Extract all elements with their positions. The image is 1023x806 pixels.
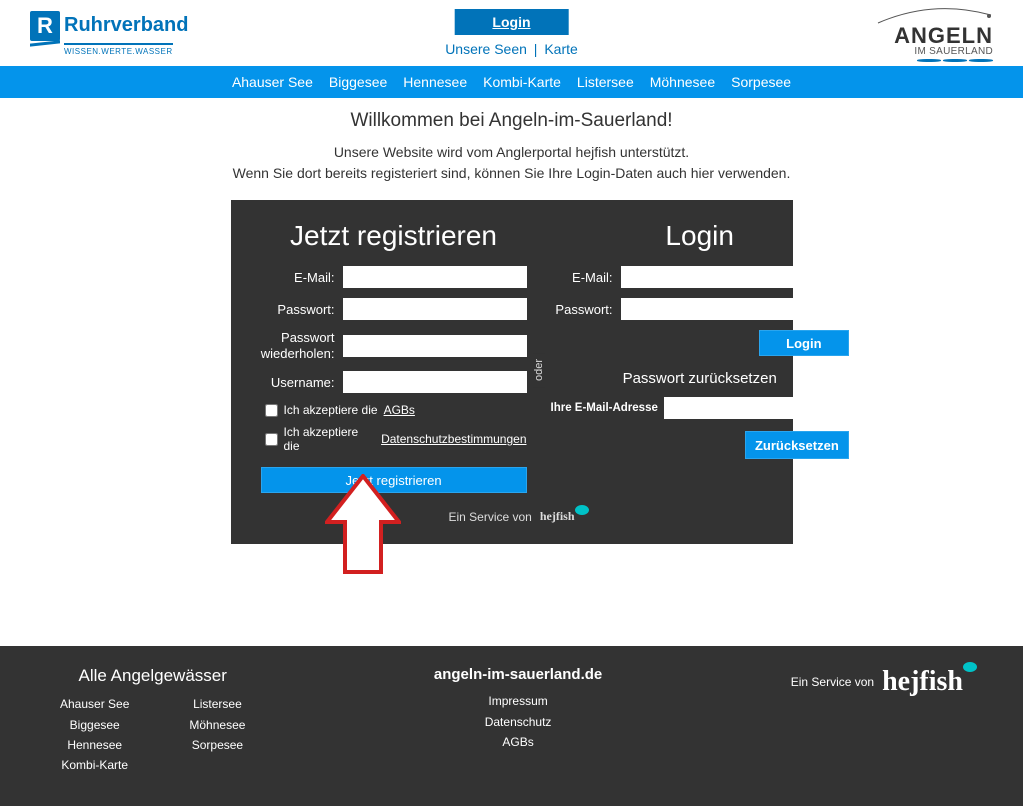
- footer-center: angeln-im-sauerland.de Impressum Datensc…: [434, 666, 602, 752]
- intro-block: Willkommen bei Angeln-im-Sauerland! Unse…: [0, 98, 1023, 200]
- agb-checkbox[interactable]: [265, 404, 278, 417]
- hejfish-dot-icon: [963, 662, 977, 672]
- agb-link[interactable]: AGBs: [384, 403, 415, 417]
- page-title: Willkommen bei Angeln-im-Sauerland!: [0, 110, 1023, 132]
- footer-lake-sorpesee[interactable]: Sorpesee: [189, 735, 245, 755]
- login-password-label: Passwort:: [551, 302, 621, 317]
- reset-heading: Passwort zurücksetzen: [551, 370, 849, 387]
- register-heading: Jetzt registrieren: [261, 220, 527, 252]
- arrow-overlay: [231, 538, 793, 638]
- datenschutz-link[interactable]: Datenschutzbestimmungen: [381, 432, 526, 446]
- nav-ahauser-see[interactable]: Ahauser See: [228, 74, 317, 90]
- login-button[interactable]: Login: [759, 330, 849, 356]
- intro-line1: Unsere Website wird vom Anglerportal hej…: [0, 142, 1023, 163]
- footer-lakes-heading: Alle Angelgewässer: [60, 666, 245, 686]
- nav-hennesee[interactable]: Hennesee: [399, 74, 471, 90]
- logo-left-brand: Ruhrverband: [64, 14, 188, 37]
- datenschutz-checkbox[interactable]: [265, 433, 278, 446]
- login-column: Login E-Mail: Passwort: Login Passwort z…: [539, 220, 849, 493]
- hejfish-dot-icon: [575, 505, 589, 515]
- nav-unsere-seen[interactable]: Unsere Seen: [445, 41, 527, 57]
- logo-angeln: ANGELN IM SAUERLAND: [873, 5, 993, 62]
- register-password-repeat-label: Passwort wiederholen:: [261, 330, 343, 361]
- oder-label: oder: [533, 353, 545, 387]
- service-text: Ein Service von: [448, 510, 531, 524]
- top-center-links: Unsere Seen | Karte: [445, 41, 578, 57]
- footer-hejfish-logo: hejfish: [882, 666, 963, 698]
- topbar: R Ruhrverband WISSEN.WERTE.WASSER Login …: [0, 0, 1023, 66]
- register-email-label: E-Mail:: [261, 270, 343, 285]
- footer-lake-hennesee[interactable]: Hennesee: [60, 735, 129, 755]
- register-username-input[interactable]: [343, 371, 527, 393]
- nav-listersee[interactable]: Listersee: [573, 74, 638, 90]
- login-heading: Login: [551, 220, 849, 252]
- ds-prefix: Ich akzeptiere die: [284, 425, 376, 453]
- top-center: Login Unsere Seen | Karte: [445, 9, 578, 57]
- footer-lake-ahauser[interactable]: Ahauser See: [60, 694, 129, 714]
- nav-sorpesee[interactable]: Sorpesee: [727, 74, 795, 90]
- register-password-repeat-input[interactable]: [343, 335, 527, 357]
- red-arrow-icon: [325, 474, 401, 579]
- login-password-input[interactable]: [621, 298, 849, 320]
- footer: Alle Angelgewässer Ahauser See Biggesee …: [0, 646, 1023, 806]
- nav-karte[interactable]: Karte: [544, 41, 577, 57]
- reset-email-input[interactable]: [664, 397, 849, 419]
- register-password-input[interactable]: [343, 298, 527, 320]
- auth-panel: Jetzt registrieren E-Mail: Passwort: Pas…: [231, 200, 793, 544]
- nav-biggesee[interactable]: Biggesee: [325, 74, 391, 90]
- logo-left-tagline: WISSEN.WERTE.WASSER: [64, 43, 173, 56]
- register-email-input[interactable]: [343, 266, 527, 288]
- login-chip[interactable]: Login: [454, 9, 568, 35]
- footer-lake-kombi[interactable]: Kombi-Karte: [60, 755, 129, 775]
- lake-nav: Ahauser See Biggesee Hennesee Kombi-Kart…: [0, 66, 1023, 98]
- register-column: Jetzt registrieren E-Mail: Passwort: Pas…: [261, 220, 539, 493]
- footer-lake-biggesee[interactable]: Biggesee: [60, 715, 129, 735]
- footer-agbs[interactable]: AGBs: [434, 732, 602, 752]
- logo-ruhrverband: R Ruhrverband WISSEN.WERTE.WASSER: [30, 11, 188, 56]
- hejfish-logo: hejfish: [540, 509, 575, 524]
- register-username-label: Username:: [261, 375, 343, 390]
- login-chip-link[interactable]: Login: [492, 14, 530, 30]
- footer-impressum[interactable]: Impressum: [434, 691, 602, 711]
- login-email-label: E-Mail:: [551, 270, 621, 285]
- nav-kombi-karte[interactable]: Kombi-Karte: [479, 74, 565, 90]
- reset-email-label: Ihre E-Mail-Adresse: [551, 402, 658, 414]
- footer-lake-listersee[interactable]: Listersee: [189, 694, 245, 714]
- fishing-line-icon: [873, 5, 993, 23]
- footer-brand: Ein Service von hejfish: [791, 666, 963, 698]
- logo-right-sub: IM SAUERLAND: [873, 47, 993, 57]
- footer-lake-moehnesee[interactable]: Möhnesee: [189, 715, 245, 735]
- login-email-input[interactable]: [621, 266, 849, 288]
- register-password-label: Passwort:: [261, 302, 343, 317]
- logo-right-main: ANGELN: [873, 25, 993, 47]
- logo-r-icon: R: [30, 11, 60, 41]
- footer-lakes: Alle Angelgewässer Ahauser See Biggesee …: [60, 666, 245, 776]
- footer-domain: angeln-im-sauerland.de: [434, 666, 602, 683]
- agb-prefix: Ich akzeptiere die: [284, 403, 378, 417]
- reset-button[interactable]: Zurücksetzen: [745, 431, 849, 459]
- wave-icon: [873, 59, 993, 62]
- separator: |: [534, 41, 538, 57]
- intro-line2: Wenn Sie dort bereits registeriert sind,…: [0, 163, 1023, 184]
- nav-moehnesee[interactable]: Möhnesee: [646, 74, 719, 90]
- footer-service-text: Ein Service von: [791, 675, 874, 689]
